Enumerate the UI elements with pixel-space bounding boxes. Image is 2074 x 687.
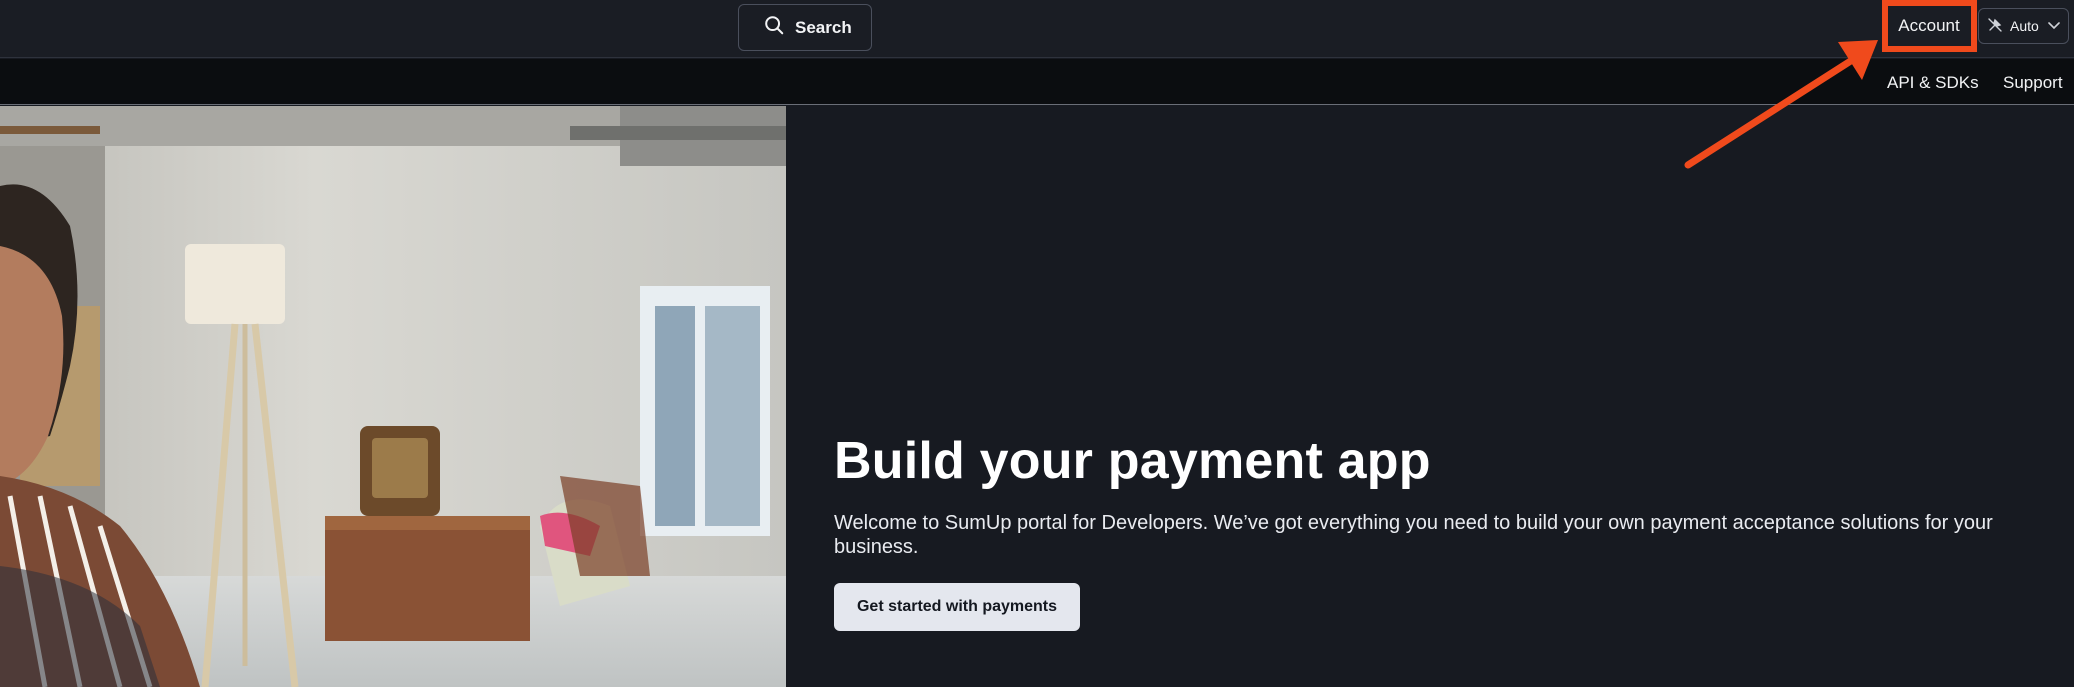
search-label: Search	[795, 17, 852, 37]
get-started-button[interactable]: Get started with payments	[834, 583, 1080, 631]
search-button[interactable]: Search	[738, 4, 872, 51]
theme-select[interactable]: Auto	[1978, 8, 2069, 44]
hero-section: Build your payment app Welcome to SumUp …	[786, 106, 2074, 687]
auto-theme-icon	[1987, 17, 2003, 36]
hero-description: Welcome to SumUp portal for Developers. …	[834, 512, 1993, 558]
theme-value: Auto	[2010, 18, 2039, 34]
search-icon	[763, 14, 785, 41]
account-link[interactable]: Account	[1884, 1, 1974, 51]
hero-image	[0, 106, 786, 687]
chevron-down-icon	[2048, 19, 2060, 33]
hero-title: Build your payment app	[834, 432, 1431, 490]
top-bar: Search Account Auto	[0, 0, 2074, 58]
nav-support[interactable]: Support	[2003, 73, 2063, 93]
nav-api-sdks[interactable]: API & SDKs	[1887, 73, 1979, 93]
sub-navigation: API & SDKs Support	[0, 59, 2074, 105]
